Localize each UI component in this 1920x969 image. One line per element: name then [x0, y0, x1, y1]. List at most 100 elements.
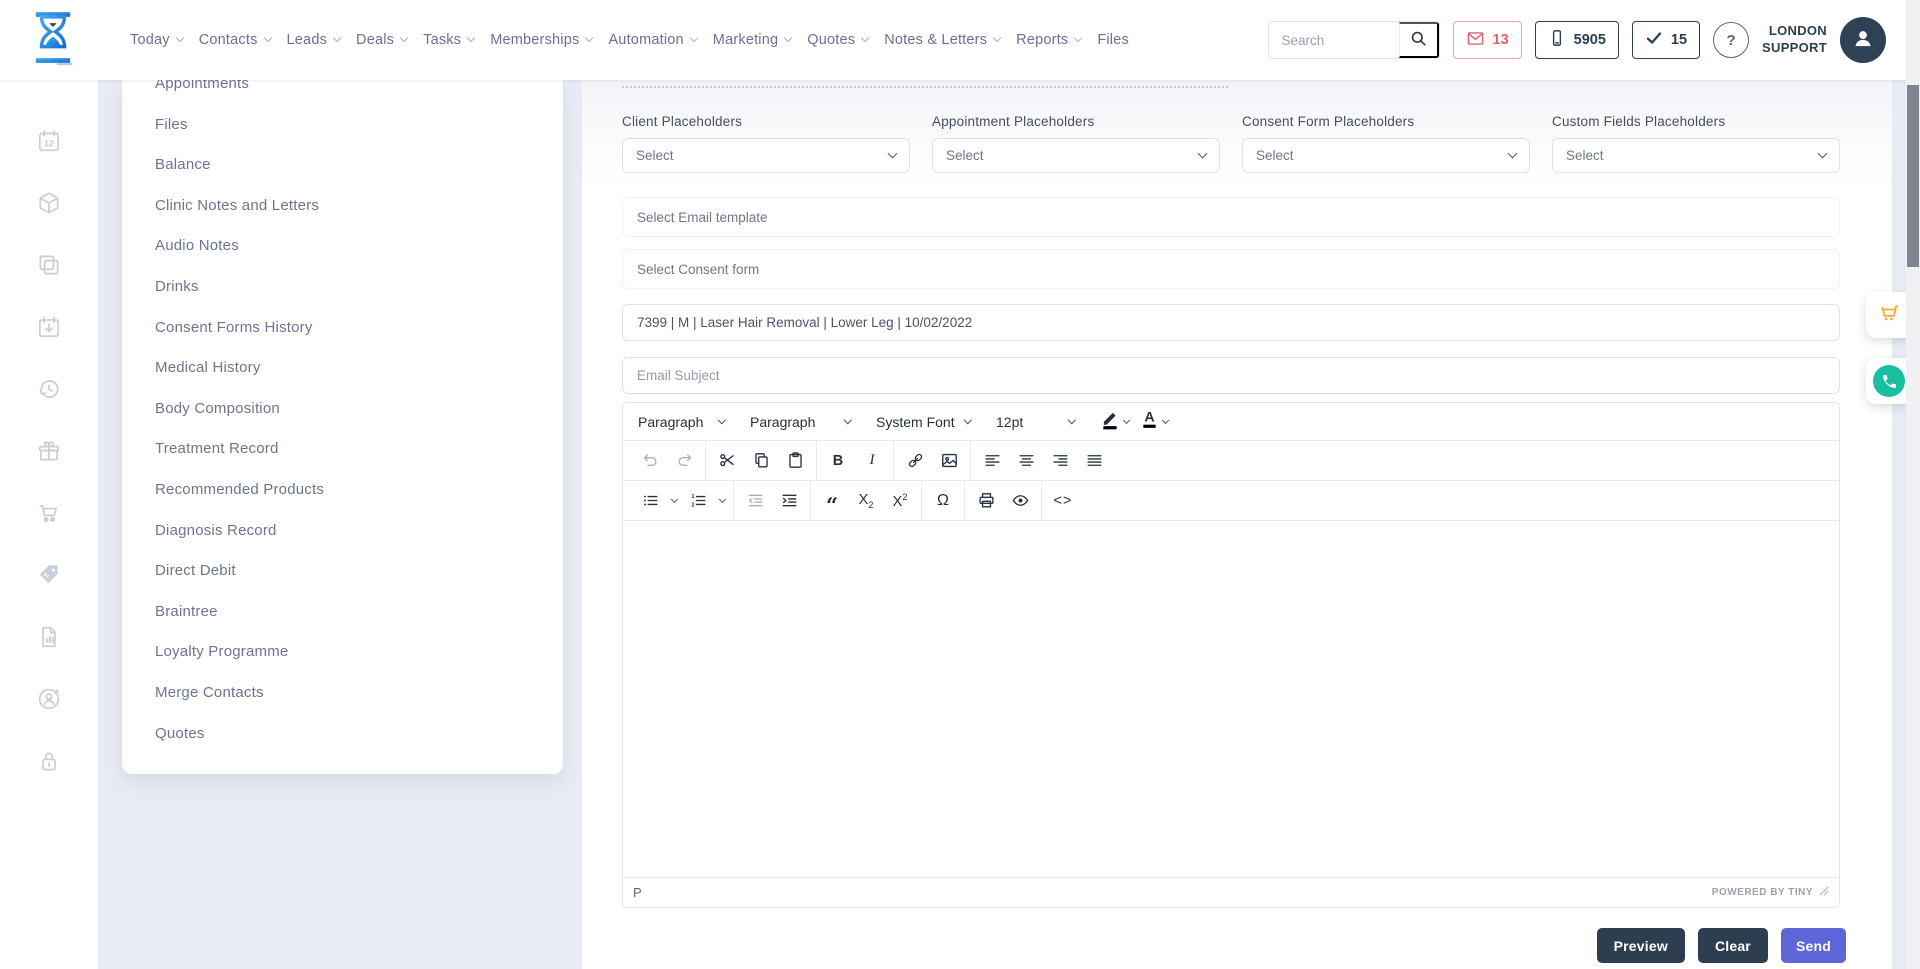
nav-item-reports[interactable]: Reports — [1016, 32, 1081, 48]
search-button[interactable] — [1399, 22, 1439, 58]
search-input[interactable] — [1269, 33, 1399, 48]
print-button[interactable] — [970, 486, 1002, 516]
phone-badge[interactable]: 5905 — [1535, 21, 1619, 59]
calendar-arrow-icon[interactable] — [36, 314, 62, 340]
menu-item-drinks[interactable]: Drinks — [122, 267, 563, 308]
scrollbar-track[interactable] — [1906, 0, 1920, 969]
consent-form-select[interactable]: Select Consent form — [622, 249, 1840, 289]
bold-button[interactable]: B — [822, 446, 854, 476]
send-button[interactable]: Send — [1781, 928, 1846, 963]
menu-item-direct-debit[interactable]: Direct Debit — [122, 551, 563, 592]
align-right-button[interactable] — [1044, 446, 1076, 476]
blockquote-button[interactable]: “ — [816, 486, 848, 516]
menu-item-appointments[interactable]: Appointments — [122, 80, 563, 105]
gift-icon[interactable] — [36, 438, 62, 464]
app-logo[interactable] — [30, 9, 76, 71]
style-select[interactable]: Paragraph — [629, 407, 733, 437]
source-code-button[interactable]: <> — [1047, 486, 1079, 516]
avatar[interactable] — [1840, 17, 1886, 63]
menu-item-diagnosis-record[interactable]: Diagnosis Record — [122, 511, 563, 552]
placeholder-select-appointment-placeholders[interactable]: Select — [932, 138, 1220, 173]
font-size-select[interactable]: 12pt — [987, 407, 1083, 437]
preview-button[interactable] — [1004, 486, 1036, 516]
copy-button[interactable] — [745, 446, 777, 476]
calendar-icon[interactable]: 12 — [36, 128, 62, 154]
email-subject-input[interactable] — [622, 357, 1840, 394]
paste-button[interactable] — [779, 446, 811, 476]
cart-icon[interactable] — [36, 500, 62, 526]
clear-button[interactable]: Clear — [1698, 928, 1768, 963]
placeholder-select-consent-form-placeholders[interactable]: Select — [1242, 138, 1530, 173]
menu-item-body-composition[interactable]: Body Composition — [122, 389, 563, 430]
nav-item-quotes[interactable]: Quotes — [807, 32, 868, 48]
background-color-button[interactable] — [1097, 407, 1132, 437]
editor-body[interactable] — [623, 521, 1839, 877]
menu-item-treatment-record[interactable]: Treatment Record — [122, 429, 563, 470]
tasks-count: 15 — [1671, 32, 1687, 48]
indent-button[interactable] — [773, 486, 805, 516]
element-path-button[interactable]: P — [633, 885, 642, 900]
menu-item-braintree[interactable]: Braintree — [122, 592, 563, 633]
tasks-badge[interactable]: 15 — [1632, 21, 1700, 59]
nav-item-automation[interactable]: Automation — [608, 32, 696, 48]
email-template-select[interactable]: Select Email template — [622, 197, 1840, 237]
menu-item-files[interactable]: Files — [122, 105, 563, 146]
font-family-select[interactable]: System Font — [867, 407, 979, 437]
link-button[interactable] — [899, 446, 931, 476]
nav-item-tasks[interactable]: Tasks — [423, 32, 474, 48]
history-icon[interactable] — [36, 376, 62, 402]
bullet-list-menu-button[interactable] — [667, 486, 681, 516]
align-left-button[interactable] — [976, 446, 1008, 476]
align-justify-button[interactable] — [1078, 446, 1110, 476]
nav-item-contacts[interactable]: Contacts — [199, 32, 271, 48]
bullet-list-button[interactable] — [634, 486, 666, 516]
menu-item-consent-forms-history[interactable]: Consent Forms History — [122, 308, 563, 349]
svg-text:1: 1 — [691, 494, 694, 500]
sidebar-menu: AppointmentsFilesBalanceClinic Notes and… — [122, 80, 563, 774]
mail-badge[interactable]: 13 — [1453, 21, 1522, 59]
cut-button[interactable] — [711, 446, 743, 476]
nav-item-deals[interactable]: Deals — [356, 32, 407, 48]
menu-item-audio-notes[interactable]: Audio Notes — [122, 226, 563, 267]
align-center-button[interactable] — [1010, 446, 1042, 476]
outdent-button[interactable] — [739, 486, 771, 516]
report-icon[interactable] — [36, 624, 62, 650]
resize-handle-icon[interactable] — [1819, 886, 1829, 899]
price-tag-icon[interactable]: $ — [36, 562, 62, 588]
italic-button[interactable]: I — [856, 446, 888, 476]
scrollbar-thumb[interactable] — [1907, 85, 1919, 267]
help-button[interactable]: ? — [1713, 22, 1749, 58]
nav-item-leads[interactable]: Leads — [287, 32, 341, 48]
subject-value-input[interactable] — [622, 304, 1840, 341]
nav-item-files[interactable]: Files — [1097, 32, 1129, 48]
copy-icon[interactable] — [36, 252, 62, 278]
undo-button[interactable] — [634, 446, 666, 476]
menu-item-medical-history[interactable]: Medical History — [122, 348, 563, 389]
menu-item-loyalty-programme[interactable]: Loyalty Programme — [122, 632, 563, 673]
placeholder-select-client-placeholders[interactable]: Select — [622, 138, 910, 173]
nav-item-notes-letters[interactable]: Notes & Letters — [884, 32, 1000, 48]
nav-item-today[interactable]: Today — [130, 32, 183, 48]
user-sync-icon[interactable] — [36, 686, 62, 712]
menu-item-balance[interactable]: Balance — [122, 145, 563, 186]
numbered-list-button[interactable]: 12 — [682, 486, 714, 516]
block-format-select[interactable]: Paragraph — [741, 407, 859, 437]
redo-button[interactable] — [668, 446, 700, 476]
special-character-button[interactable]: Ω — [927, 486, 959, 516]
subscript-button[interactable]: X2 — [850, 486, 882, 516]
menu-item-recommended-products[interactable]: Recommended Products — [122, 470, 563, 511]
menu-item-merge-contacts[interactable]: Merge Contacts — [122, 673, 563, 714]
lock-icon[interactable] — [36, 748, 62, 774]
placeholder-select-custom-fields-placeholders[interactable]: Select — [1552, 138, 1840, 173]
superscript-button[interactable]: X2 — [884, 486, 916, 516]
menu-item-quotes[interactable]: Quotes — [122, 714, 563, 755]
text-color-button[interactable]: A — [1138, 407, 1171, 437]
nav-item-marketing[interactable]: Marketing — [713, 32, 791, 48]
preview-send-button[interactable]: Preview — [1597, 928, 1685, 963]
package-icon[interactable] — [36, 190, 62, 216]
chevron-down-icon — [670, 495, 677, 502]
nav-item-memberships[interactable]: Memberships — [490, 32, 592, 48]
numbered-list-menu-button[interactable] — [715, 486, 729, 516]
menu-item-clinic-notes-and-letters[interactable]: Clinic Notes and Letters — [122, 186, 563, 227]
image-button[interactable] — [933, 446, 965, 476]
